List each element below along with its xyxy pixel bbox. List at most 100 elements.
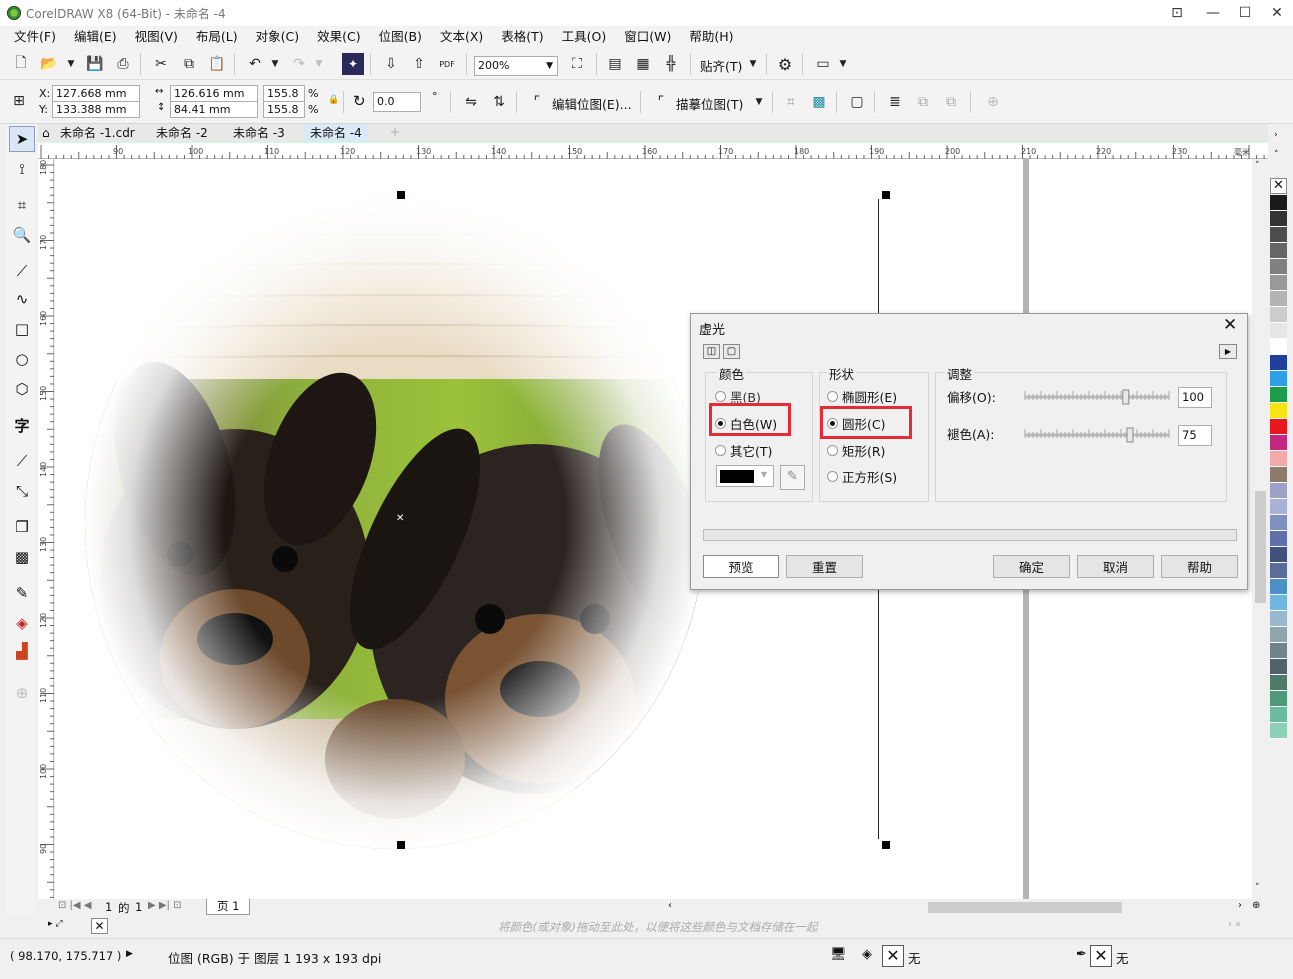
palette-swatch[interactable] — [1270, 307, 1287, 323]
paste-icon[interactable]: 📋 — [206, 53, 228, 75]
palette-swatch[interactable] — [1270, 707, 1287, 723]
save-icon[interactable]: 💾 — [84, 53, 106, 75]
menu-tools[interactable]: 工具(O) — [553, 26, 616, 48]
artistic-media-icon[interactable]: ∿ — [9, 286, 35, 312]
menu-object[interactable]: 对象(C) — [247, 26, 308, 48]
scroll-up-icon[interactable]: ˄ — [1255, 161, 1260, 171]
palette-swatch[interactable] — [1270, 419, 1287, 435]
palette-swatch[interactable] — [1270, 547, 1287, 563]
snap-dropdown-icon[interactable]: ▼ — [742, 53, 764, 75]
zoom-tool-icon[interactable]: 🔍 — [9, 222, 35, 248]
palette-swatch[interactable] — [1270, 195, 1287, 211]
x-position-field[interactable]: 127.668 mm — [52, 85, 140, 102]
palette-swatch[interactable] — [1270, 611, 1287, 627]
text-wrap-icon[interactable]: ≣ — [884, 91, 906, 113]
interactive-fill-icon[interactable]: ◈ — [9, 610, 35, 636]
rotation-angle-field[interactable]: 0.0 — [373, 92, 421, 112]
minimize-button[interactable]: — — [1196, 0, 1230, 26]
menu-file[interactable]: 文件(F) — [5, 26, 65, 48]
vignette-photo[interactable] — [85, 199, 705, 849]
palette-collapse-icon[interactable]: › — [1274, 130, 1278, 140]
freehand-tool-icon[interactable]: ⟋ — [9, 258, 35, 284]
tab-doc-3[interactable]: 未命名 -3 — [227, 124, 291, 142]
doc-palette-none-swatch[interactable]: ✕ — [91, 918, 108, 934]
menu-text[interactable]: 文本(X) — [431, 26, 492, 48]
help-button[interactable]: 帮助 — [1161, 555, 1238, 578]
menu-edit[interactable]: 编辑(E) — [65, 26, 126, 48]
bounding-box-icon[interactable]: ▢ — [846, 91, 868, 113]
outline-none-swatch[interactable]: ✕ — [1090, 945, 1112, 967]
palette-swatch[interactable] — [1270, 339, 1287, 355]
application-launcher-icon[interactable]: ▭ — [812, 53, 834, 75]
palette-swatch[interactable] — [1270, 211, 1287, 227]
add-toolbar-icon[interactable]: ⊕ — [982, 91, 1004, 113]
palette-swatch[interactable] — [1270, 563, 1287, 579]
fade-slider[interactable] — [1023, 426, 1171, 444]
scroll-right-icon[interactable]: › — [1238, 900, 1242, 911]
palette-swatch[interactable] — [1270, 531, 1287, 547]
import-icon[interactable]: ⇩ — [380, 53, 402, 75]
crop-bitmap-icon[interactable]: ⌗ — [780, 91, 802, 113]
redo-icon[interactable]: ↷ — [288, 53, 310, 75]
reset-button[interactable]: 重置 — [786, 555, 863, 578]
split-preview-icon[interactable]: ◫ — [703, 344, 720, 359]
cut-icon[interactable]: ✂ — [150, 53, 172, 75]
palette-swatch[interactable] — [1270, 659, 1287, 675]
ellipse-tool-icon[interactable]: ○ — [9, 346, 35, 372]
radio-ellipse[interactable]: 椭圆形(E) — [827, 387, 897, 406]
selection-handle-bl[interactable] — [397, 841, 405, 849]
radio-other[interactable]: 其它(T) — [715, 441, 772, 460]
palette-swatch[interactable] — [1270, 483, 1287, 499]
mirror-vertical-icon[interactable]: ⇅ — [488, 91, 510, 113]
palette-swatch[interactable] — [1270, 387, 1287, 403]
preview-button[interactable]: 预览 — [703, 555, 779, 578]
lock-ratio-icon[interactable]: 🔒 — [328, 95, 339, 105]
vertical-scrollbar[interactable]: ˄ ˅ — [1252, 159, 1269, 899]
scale-width-field[interactable]: 155.8 — [263, 85, 305, 102]
redo-dropdown-icon[interactable]: ▼ — [308, 53, 330, 75]
show-rulers-icon[interactable]: ▤ — [604, 53, 626, 75]
palette-swatch[interactable] — [1270, 275, 1287, 291]
palette-swatch[interactable] — [1270, 467, 1287, 483]
single-preview-icon[interactable]: ▢ — [723, 344, 740, 359]
radio-rectangle[interactable]: 矩形(R) — [827, 441, 885, 460]
options-gear-icon[interactable]: ⚙ — [774, 53, 796, 75]
open-folder-icon[interactable]: 📂 — [38, 53, 60, 75]
copy-icon[interactable]: ⧉ — [178, 53, 200, 75]
menu-layout[interactable]: 布局(L) — [187, 26, 247, 48]
palette-swatch[interactable] — [1270, 579, 1287, 595]
width-field[interactable]: 126.616 mm — [170, 85, 258, 102]
doc-palette-menu-icon[interactable]: ▸ ⤢ — [48, 919, 63, 929]
home-icon[interactable]: ⌂ — [42, 126, 50, 140]
add-tool-icon[interactable]: ⊕ — [9, 680, 35, 706]
edit-bitmap-icon[interactable]: ⌜ — [526, 91, 548, 113]
fade-value-field[interactable]: 75 — [1178, 425, 1212, 446]
offset-value-field[interactable]: 100 — [1178, 387, 1212, 408]
connector-tool-icon[interactable]: ⤡ — [9, 478, 35, 504]
radio-square[interactable]: 正方形(S) — [827, 467, 897, 486]
selection-handle-br[interactable] — [882, 841, 890, 849]
fill-none-swatch[interactable]: ✕ — [882, 945, 904, 967]
palette-swatch[interactable] — [1270, 435, 1287, 451]
scroll-left-icon[interactable]: ‹ — [668, 900, 672, 911]
snap-to-menu[interactable]: 贴齐(T) — [700, 56, 742, 75]
drop-shadow-icon[interactable]: ❐ — [9, 514, 35, 540]
export-icon[interactable]: ⇧ — [408, 53, 430, 75]
show-grid-icon[interactable]: ▦ — [632, 53, 654, 75]
combine-icon[interactable]: ⧉ — [912, 91, 934, 113]
new-tab-icon[interactable]: + — [390, 125, 400, 139]
full-screen-icon[interactable]: ⛶ — [566, 53, 588, 75]
offset-slider[interactable] — [1023, 388, 1171, 406]
page-tab-1[interactable]: 页 1 — [206, 899, 251, 915]
first-page-icon[interactable]: ⊡ |◀ ◀ — [58, 900, 92, 911]
palette-swatch[interactable] — [1270, 451, 1287, 467]
y-position-field[interactable]: 133.388 mm — [52, 101, 140, 118]
menu-view[interactable]: 视图(V) — [126, 26, 187, 48]
scale-height-field[interactable]: 155.8 — [263, 101, 305, 118]
menu-window[interactable]: 窗口(W) — [615, 26, 680, 48]
shape-tool-icon[interactable]: ⟟ — [9, 156, 35, 182]
palette-swatch[interactable] — [1270, 355, 1287, 371]
selection-handle-tr[interactable] — [882, 191, 890, 199]
palette-swatch[interactable] — [1270, 723, 1287, 739]
close-window-button[interactable]: ✕ — [1260, 0, 1293, 26]
